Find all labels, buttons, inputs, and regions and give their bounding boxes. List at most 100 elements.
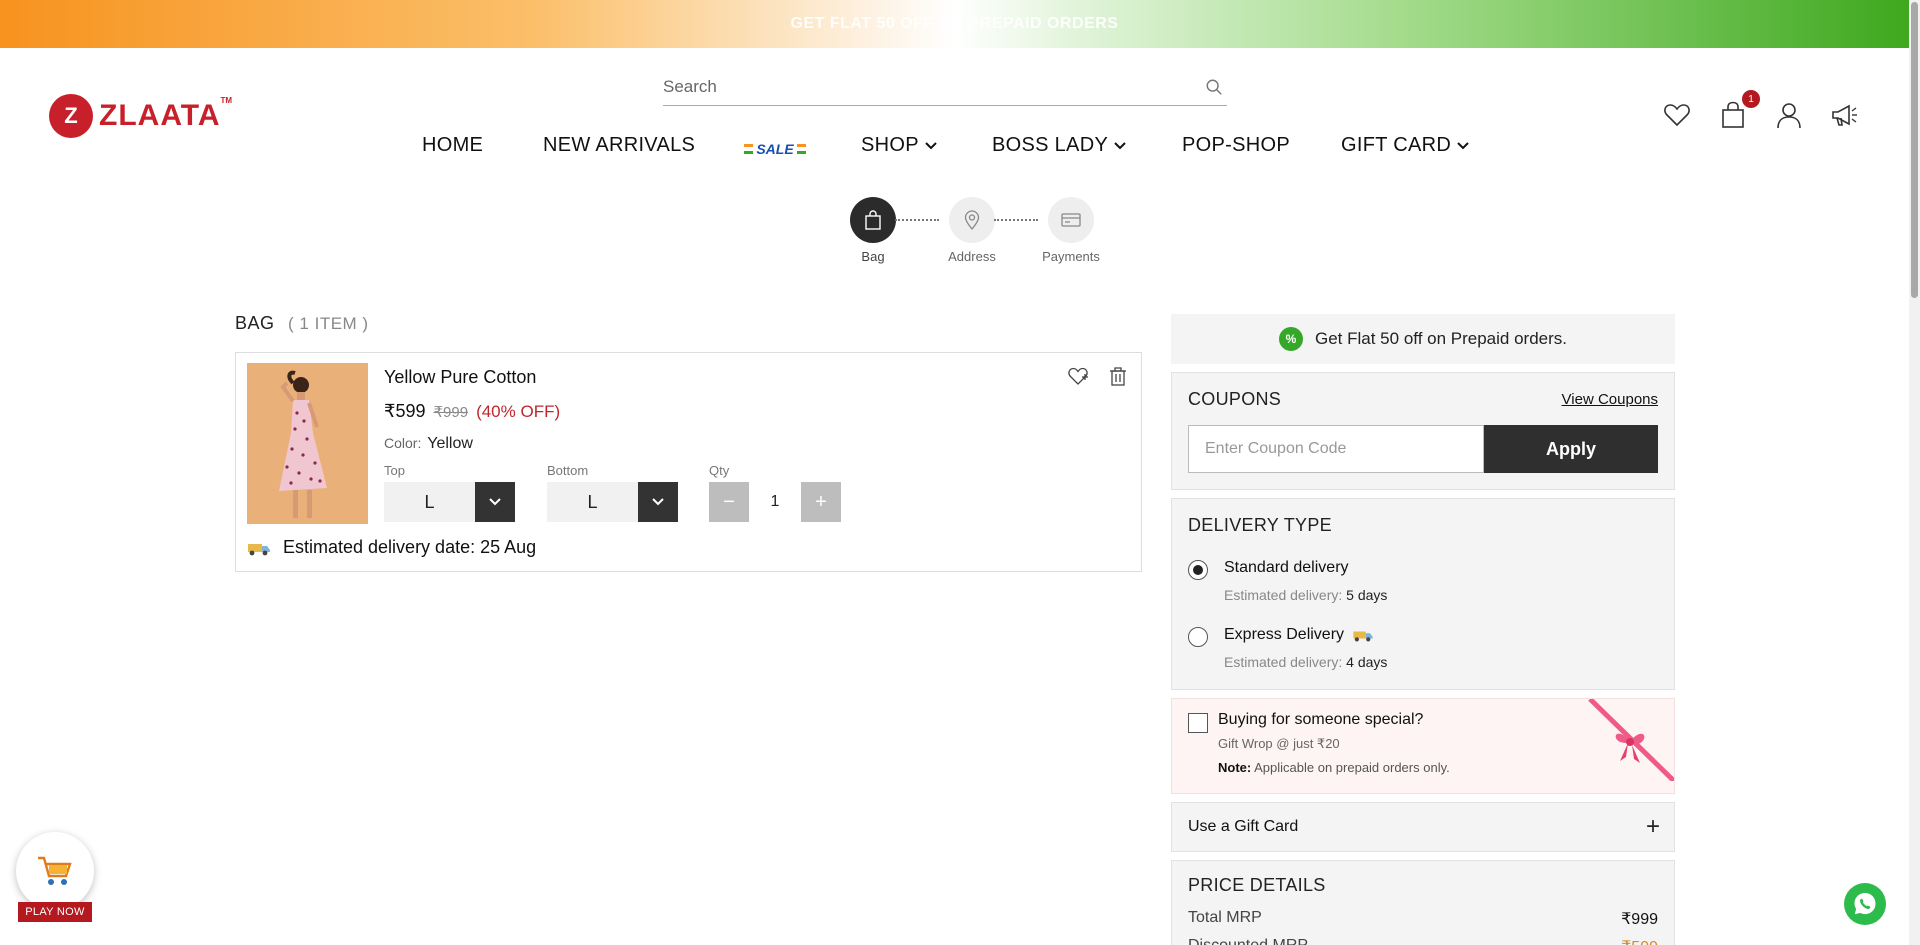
top-size-label: Top (384, 463, 405, 478)
wishlist-button[interactable] (1662, 100, 1692, 130)
bottom-size-group: Bottom L (547, 463, 678, 522)
standard-delivery-label: Standard delivery (1224, 559, 1387, 577)
plus-icon[interactable]: + (1646, 813, 1660, 841)
promo-banner[interactable]: GET FLAT 50 OFF ON PREPAID ORDERS (0, 0, 1909, 48)
chevron-down-icon (489, 498, 501, 506)
nav-new-arrivals[interactable]: NEW ARRIVALS (543, 134, 695, 157)
gift-card-panel[interactable]: Use a Gift Card + (1171, 802, 1675, 852)
shopping-cart-icon (38, 856, 72, 885)
dress-illustration (247, 363, 368, 524)
nav-home-label: HOME (422, 134, 484, 156)
coupon-code-input[interactable] (1188, 425, 1484, 473)
nav-new-arrivals-label: NEW ARRIVALS (543, 134, 696, 156)
nav-home[interactable]: HOME (422, 134, 483, 157)
gift-wrap-checkbox[interactable] (1188, 713, 1208, 733)
logo-trademark: TM (220, 96, 233, 105)
prepaid-offer-text: Get Flat 50 off on Prepaid orders. (1315, 329, 1567, 348)
announcements-button[interactable] (1830, 100, 1860, 130)
nav-gift-card[interactable]: GIFT CARD (1341, 134, 1469, 157)
search-icon[interactable] (1205, 78, 1223, 96)
product-image[interactable] (247, 363, 368, 524)
delivery-truck-icon (248, 543, 270, 555)
product-mrp: ₹999 (433, 404, 469, 421)
express-delivery-estimate-value: 4 days (1346, 654, 1388, 670)
chevron-down-icon (925, 141, 937, 149)
price-row-value: ₹599 (1621, 937, 1658, 945)
whatsapp-chat-button[interactable] (1844, 883, 1886, 925)
delivery-type-panel: DELIVERY TYPE Standard delivery Estimate… (1171, 498, 1675, 690)
nav-boss-lady-label: BOSS LADY (992, 134, 1109, 156)
standard-delivery-option[interactable]: Standard delivery Estimated delivery: 5 … (1188, 559, 1387, 603)
nav-pop-shop[interactable]: POP-SHOP (1182, 134, 1290, 157)
price-row-value: ₹999 (1621, 911, 1658, 928)
delivery-truck-icon (1353, 631, 1373, 642)
estimated-delivery-text: Estimated delivery date: 25 Aug (283, 537, 537, 557)
chevron-down-icon (652, 498, 664, 506)
nav-boss-lady[interactable]: BOSS LADY (992, 134, 1126, 157)
logo-mark: Z (49, 94, 93, 138)
bottom-size-value: L (547, 482, 638, 522)
brand-logo[interactable]: Z ZLAATA TM (49, 94, 232, 138)
checkout-page: GET FLAT 50 OFF ON PREPAID ORDERS Z ZLAA… (0, 0, 1920, 945)
color-label: Color: (384, 435, 422, 451)
express-delivery-estimate-label: Estimated delivery: (1224, 654, 1343, 670)
header-actions: 1 (1662, 90, 1860, 130)
express-delivery-option[interactable]: Express Delivery Estimated delivery: 4 d… (1188, 626, 1387, 670)
quantity-increase-button[interactable]: + (801, 482, 841, 522)
scrollbar-thumb[interactable] (1911, 2, 1918, 298)
top-size-select[interactable]: L (384, 482, 515, 522)
nav-shop[interactable]: SHOP (861, 134, 937, 157)
product-name[interactable]: Yellow Pure Cotton (384, 367, 536, 388)
item-actions (1067, 365, 1129, 387)
express-delivery-estimate: Estimated delivery: 4 days (1224, 654, 1387, 670)
estimated-delivery: Estimated delivery date: 25 Aug (247, 537, 536, 558)
price-details-panel: PRICE DETAILS Total MRP ₹999 Discounted … (1171, 860, 1675, 945)
page-scrollbar[interactable] (1909, 0, 1920, 945)
top-size-value: L (384, 482, 475, 522)
product-discount: (40% OFF) (476, 402, 561, 421)
color-value: Yellow (427, 435, 473, 452)
standard-delivery-estimate-label: Estimated delivery: (1224, 587, 1343, 603)
top-size-dropdown-button[interactable] (475, 482, 515, 522)
step-bag[interactable]: Bag (833, 197, 913, 264)
quantity-decrease-button[interactable]: − (709, 482, 749, 522)
nav-gift-card-label: GIFT CARD (1341, 134, 1452, 156)
price-row-label: Total MRP (1188, 909, 1262, 926)
gift-wrap-note-label: Note: (1218, 760, 1252, 775)
cart-button[interactable]: 1 (1718, 90, 1760, 130)
prepaid-offer: % Get Flat 50 off on Prepaid orders. (1171, 314, 1675, 364)
nav-shop-label: SHOP (861, 134, 919, 156)
gift-wrap-title[interactable]: Buying for someone special? (1218, 711, 1423, 729)
standard-delivery-radio[interactable] (1188, 560, 1208, 580)
bottom-size-dropdown-button[interactable] (638, 482, 678, 522)
top-size-group: Top L (384, 463, 515, 522)
step-payments[interactable]: Payments (1031, 197, 1111, 264)
heart-icon (1664, 104, 1690, 127)
quantity-group: Qty − 1 + (709, 463, 841, 522)
chevron-down-icon (1114, 141, 1126, 149)
shopping-bag-icon (865, 210, 881, 230)
bag-item-card: Yellow Pure Cotton ₹599 ₹999 (40% OFF) C… (235, 352, 1142, 572)
step-address-label: Address (948, 249, 996, 264)
search-bar (663, 70, 1227, 106)
express-delivery-label: Express Delivery (1224, 626, 1387, 644)
view-coupons-link[interactable]: View Coupons (1562, 391, 1658, 408)
delete-icon[interactable] (1107, 365, 1129, 387)
bag-title: BAG (235, 313, 275, 333)
step-bag-label: Bag (861, 249, 885, 264)
sale-stripes-right (796, 144, 806, 154)
account-button[interactable] (1774, 100, 1804, 130)
express-delivery-radio[interactable] (1188, 627, 1208, 647)
move-to-wishlist-icon[interactable] (1067, 365, 1089, 387)
play-now-widget[interactable]: PLAY NOW (16, 832, 94, 930)
quantity-stepper: − 1 + (709, 482, 841, 522)
apply-coupon-button[interactable]: Apply (1484, 425, 1658, 473)
step-address[interactable]: Address (932, 197, 1012, 264)
search-input[interactable] (663, 70, 1193, 104)
bottom-size-select[interactable]: L (547, 482, 678, 522)
nav-sale-badge[interactable]: SALE (744, 134, 806, 164)
user-icon (1777, 103, 1801, 129)
delivery-type-title: DELIVERY TYPE (1188, 515, 1332, 535)
coupons-panel: COUPONS View Coupons Apply (1171, 372, 1675, 490)
price-row-label: Discounted MRP (1188, 937, 1308, 945)
